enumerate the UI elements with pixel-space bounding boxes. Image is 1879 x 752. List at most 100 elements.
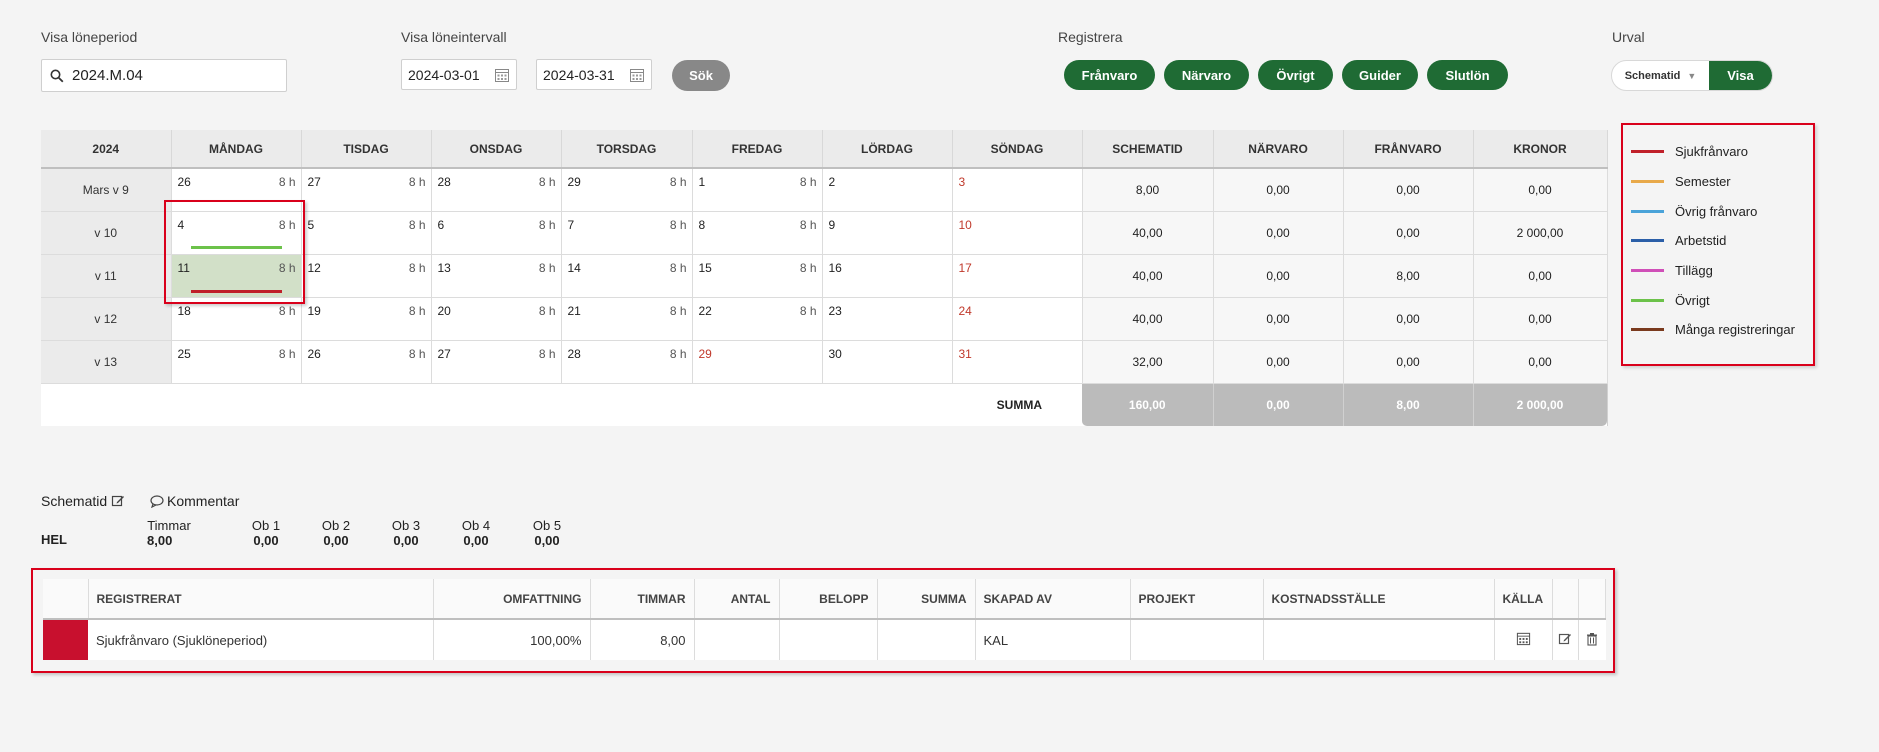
day-cell[interactable]: 29	[692, 340, 823, 384]
ob1-label: Ob 1	[251, 518, 281, 533]
search-button[interactable]: Sök	[672, 60, 730, 91]
day-cell[interactable]: 27 8 h	[301, 168, 432, 212]
day-number: 24	[958, 303, 972, 318]
edit-icon[interactable]	[111, 494, 125, 508]
col-franvaro: FRÅNVARO	[1343, 130, 1474, 169]
day-number: 5	[307, 217, 315, 232]
day-hours: 8 h	[538, 175, 556, 189]
cell-skapad-av: KAL	[975, 619, 1131, 660]
edit-icon[interactable]	[1558, 632, 1572, 646]
sum-franvaro: 0,00	[1343, 168, 1474, 212]
day-cell[interactable]: 29 8 h	[561, 168, 693, 212]
col-tuesday: TISDAG	[301, 130, 432, 169]
register-other-button[interactable]: Övrigt	[1258, 60, 1333, 90]
day-cell[interactable]: 16	[822, 254, 953, 298]
day-cell[interactable]: 10	[952, 211, 1083, 255]
comment-link[interactable]: Kommentar	[150, 493, 239, 509]
day-cell[interactable]: 5 8 h	[301, 211, 432, 255]
day-cell[interactable]: 14 8 h	[561, 254, 693, 298]
register-guides-button[interactable]: Guider	[1342, 60, 1418, 90]
day-cell[interactable]: 26 8 h	[301, 340, 432, 384]
legend-item-working-time: Arbetstid	[1631, 230, 1726, 250]
cell-belopp	[779, 619, 878, 660]
day-cell[interactable]: 24	[952, 297, 1083, 341]
table-row[interactable]: Sjukfrånvaro (Sjuklöneperiod) 100,00% 8,…	[43, 619, 1605, 660]
date-from-input[interactable]: 2024-03-01	[401, 59, 517, 90]
date-to-input[interactable]: 2024-03-31	[536, 59, 652, 90]
day-hours: 8 h	[669, 217, 687, 232]
day-cell[interactable]: 2	[822, 168, 953, 212]
day-cell[interactable]: 15 8 h	[692, 254, 823, 298]
day-cell[interactable]: 23	[822, 297, 953, 341]
col-saturday: LÖRDAG	[822, 130, 953, 169]
day-hours: 8 h	[408, 217, 426, 232]
day-cell[interactable]: 28 8 h	[431, 168, 562, 212]
summa-franvaro: 8,00	[1343, 383, 1474, 426]
day-cell[interactable]: 6 8 h	[431, 211, 562, 255]
col-thursday: TORSDAG	[561, 130, 693, 169]
trash-icon[interactable]	[1586, 632, 1598, 646]
hours-label: Timmar	[147, 518, 191, 533]
day-number: 1	[698, 175, 706, 189]
day-cell[interactable]: 17	[952, 254, 1083, 298]
day-cell[interactable]: 13 8 h	[431, 254, 562, 298]
selection-dropdown[interactable]: Schematid ▼	[1612, 61, 1709, 90]
day-cell[interactable]: 31	[952, 340, 1083, 384]
calendar-icon[interactable]	[494, 67, 510, 83]
calendar-icon[interactable]	[629, 67, 645, 83]
cell-kostnadsstalle	[1263, 619, 1495, 660]
col-monday: MÅNDAG	[171, 130, 302, 169]
register-final-pay-button[interactable]: Slutlön	[1427, 60, 1508, 90]
day-number: 27	[437, 346, 451, 361]
day-cell[interactable]: 21 8 h	[561, 297, 693, 341]
day-number: 20	[437, 303, 451, 318]
sum-franvaro: 0,00	[1343, 297, 1474, 341]
selection-value: Schematid	[1624, 69, 1681, 82]
day-cell[interactable]: 7 8 h	[561, 211, 693, 255]
show-button[interactable]: Visa	[1709, 61, 1772, 90]
ob1-value: 0,00	[253, 533, 279, 548]
legend-item-supplement: Tillägg	[1631, 260, 1713, 280]
cell-edit	[1552, 619, 1579, 660]
day-number: 10	[958, 217, 972, 232]
cell-antal	[694, 619, 780, 660]
registrations-panel: REGISTRERAT OMFATTNING TIMMAR ANTAL BELO…	[31, 568, 1615, 673]
day-hours: 8 h	[669, 303, 687, 318]
cell-kalla	[1494, 619, 1553, 660]
col-wednesday: ONSDAG	[431, 130, 562, 169]
day-cell[interactable]: 28 8 h	[561, 340, 693, 384]
day-cell[interactable]: 1 8 h	[692, 168, 823, 212]
col-color	[43, 579, 89, 620]
col-registrerat: REGISTRERAT	[88, 579, 434, 620]
sum-narvaro: 0,00	[1213, 297, 1344, 341]
day-hours: 8 h	[669, 175, 687, 189]
ob3-value: 0,00	[393, 533, 419, 548]
day-hours: 8 h	[799, 217, 817, 232]
period-search-input[interactable]: 2024.M.04	[41, 59, 287, 92]
day-cell[interactable]: 3	[952, 168, 1083, 212]
day-cell[interactable]: 20 8 h	[431, 297, 562, 341]
ob3-column: Ob 3 0,00	[386, 518, 426, 548]
register-attendance-button[interactable]: Närvaro	[1164, 60, 1249, 90]
sum-franvaro: 0,00	[1343, 340, 1474, 384]
day-hours: 8 h	[669, 346, 687, 361]
day-number: 8	[698, 217, 706, 232]
day-cell[interactable]: 9	[822, 211, 953, 255]
week-label: v 10	[41, 211, 172, 255]
day-cell[interactable]: 27 8 h	[431, 340, 562, 384]
day-cell[interactable]: 19 8 h	[301, 297, 432, 341]
col-year: 2024	[41, 130, 172, 169]
day-cell[interactable]: 12 8 h	[301, 254, 432, 298]
day-hours: 8 h	[538, 346, 556, 361]
day-cell[interactable]: 25 8 h	[171, 340, 302, 384]
summa-row: SUMMA 160,00 0,00 8,00 2 000,00	[41, 383, 1608, 426]
comment-icon	[150, 494, 164, 508]
day-cell[interactable]: 22 8 h	[692, 297, 823, 341]
day-cell[interactable]: 8 8 h	[692, 211, 823, 255]
day-number: 29	[567, 175, 581, 189]
day-number: 28	[567, 346, 581, 361]
day-cell[interactable]: 30	[822, 340, 953, 384]
register-absence-button[interactable]: Frånvaro	[1064, 60, 1155, 90]
calendar-icon[interactable]	[1516, 631, 1531, 646]
selection-toggle[interactable]: Schematid ▼ Visa	[1611, 60, 1773, 91]
